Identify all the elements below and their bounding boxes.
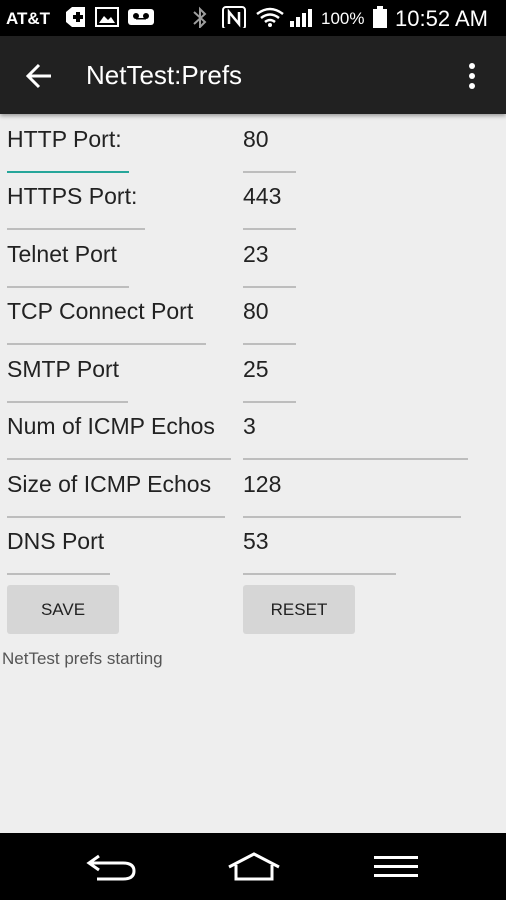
pref-value-underline [243, 343, 296, 345]
pref-value-field[interactable]: 80 [243, 126, 269, 153]
pref-label: HTTPS Port: [7, 183, 138, 209]
pref-label-underline [7, 573, 110, 575]
pref-row-smtp-port: SMTP Port 25 [0, 356, 506, 413]
pref-row-https-port: HTTPS Port: 443 [0, 183, 506, 240]
pref-value-underline [243, 573, 396, 575]
nav-menu-icon[interactable] [372, 851, 420, 883]
action-bar: NetTest:Prefs [0, 36, 506, 114]
medical-cross-icon [66, 7, 85, 27]
battery-icon [373, 6, 387, 28]
wifi-icon [256, 7, 284, 27]
pref-row-num-icmp-echos: Num of ICMP Echos 3 [0, 413, 506, 470]
pref-label: Num of ICMP Echos [7, 413, 215, 439]
pref-label: SMTP Port [7, 356, 120, 382]
pref-value-underline [243, 458, 468, 460]
nav-back-icon[interactable] [85, 851, 139, 883]
pref-value-underline [243, 401, 296, 403]
pref-row-size-icmp-echos: Size of ICMP Echos 128 [0, 471, 506, 528]
pref-value-underline [243, 171, 296, 173]
battery-percent: 100% [321, 9, 365, 28]
signal-strength-icon [290, 9, 312, 27]
pref-row-dns-port: DNS Port 53 [0, 528, 506, 585]
save-button[interactable]: SAVE [7, 585, 119, 634]
status-message: NetTest prefs starting [2, 649, 163, 668]
bluetooth-icon [193, 6, 207, 28]
pref-label-underline [7, 343, 206, 345]
pref-label-underline [7, 516, 225, 518]
pref-label-underline [7, 286, 129, 288]
carrier-label: AT&T [6, 9, 51, 28]
pref-value-field[interactable]: 128 [243, 471, 281, 498]
voicemail-icon [128, 9, 154, 25]
pref-row-telnet-port: Telnet Port 23 [0, 241, 506, 298]
pref-value-underline [243, 516, 461, 518]
pref-label: TCP Connect Port [7, 298, 194, 324]
pref-row-http-port: HTTP Port: 80 [0, 126, 506, 183]
pref-value-field[interactable]: 3 [243, 413, 256, 440]
pref-value-underline [243, 228, 296, 230]
pref-value-field[interactable]: 80 [243, 298, 269, 325]
pref-label: DNS Port [7, 528, 105, 554]
reset-button[interactable]: RESET [243, 585, 355, 634]
pref-label-underline [7, 458, 231, 460]
pref-row-tcp-connect-port: TCP Connect Port 80 [0, 298, 506, 355]
clock: 10:52 AM [395, 6, 488, 31]
pref-label-underline [7, 228, 145, 230]
pref-label: Size of ICMP Echos [7, 471, 212, 497]
status-bar: AT&T 100% 10:52 AM [0, 0, 506, 36]
pref-value-field[interactable]: 443 [243, 183, 281, 210]
pref-value-underline [243, 286, 296, 288]
nfc-icon [222, 6, 246, 28]
pref-label-underline [7, 401, 128, 403]
pref-value-field[interactable]: 53 [243, 528, 269, 555]
navigation-bar [0, 833, 506, 900]
overflow-menu-icon[interactable] [462, 60, 482, 92]
page-title: NetTest:Prefs [86, 60, 243, 90]
image-icon [95, 7, 119, 27]
pref-label: Telnet Port [7, 241, 117, 267]
pref-label-underline [7, 171, 129, 173]
pref-value-field[interactable]: 23 [243, 241, 269, 268]
pref-label: HTTP Port: [7, 126, 122, 152]
nav-home-icon[interactable] [226, 851, 282, 883]
pref-value-field[interactable]: 25 [243, 356, 269, 383]
arrow-back-icon[interactable] [24, 60, 56, 92]
